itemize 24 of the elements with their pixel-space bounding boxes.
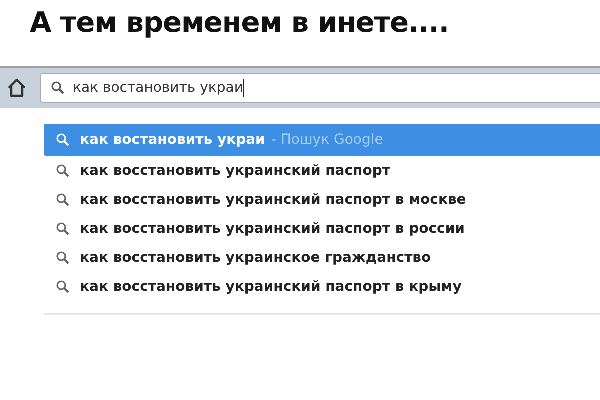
search-icon [56, 164, 70, 178]
suggestion-text: как восстановить украинский паспорт [80, 162, 390, 178]
text-cursor [243, 79, 244, 97]
suggestion-item[interactable]: как восстановить украинское гражданство [44, 243, 600, 272]
search-icon [56, 250, 70, 264]
suggestion-text: как восстановить украинское гражданство [80, 250, 432, 266]
suggestion-text: как востановить украи [80, 132, 266, 148]
suggestion-text: как восстановить украинский паспорт в россии [80, 220, 465, 236]
home-icon[interactable] [6, 77, 28, 99]
suggestion-item[interactable]: как восстановить украинский паспорт в крыму [44, 272, 600, 301]
suggestion-source: - Пошук Google [271, 132, 384, 148]
address-value: как востановить украи [73, 80, 244, 96]
search-icon [56, 133, 70, 147]
search-icon [56, 280, 70, 294]
suggestion-text: как восстановить украинский паспорт в москве [80, 192, 466, 208]
suggestion-item[interactable]: как восстановить украинский паспорт в россии [44, 214, 600, 243]
suggestion-text: как восстановить украинский паспорт в крыму [80, 278, 462, 294]
search-icon [51, 81, 65, 95]
caption: А тем временем в инете.... [29, 5, 450, 41]
search-icon [56, 222, 70, 236]
suggestion-item[interactable]: как восстановить украинский паспорт [44, 156, 600, 185]
address-field[interactable]: как востановить украи [40, 73, 600, 103]
search-icon [56, 192, 70, 206]
suggestion-item[interactable]: как восстановить украинский паспорт в москве [44, 185, 600, 214]
